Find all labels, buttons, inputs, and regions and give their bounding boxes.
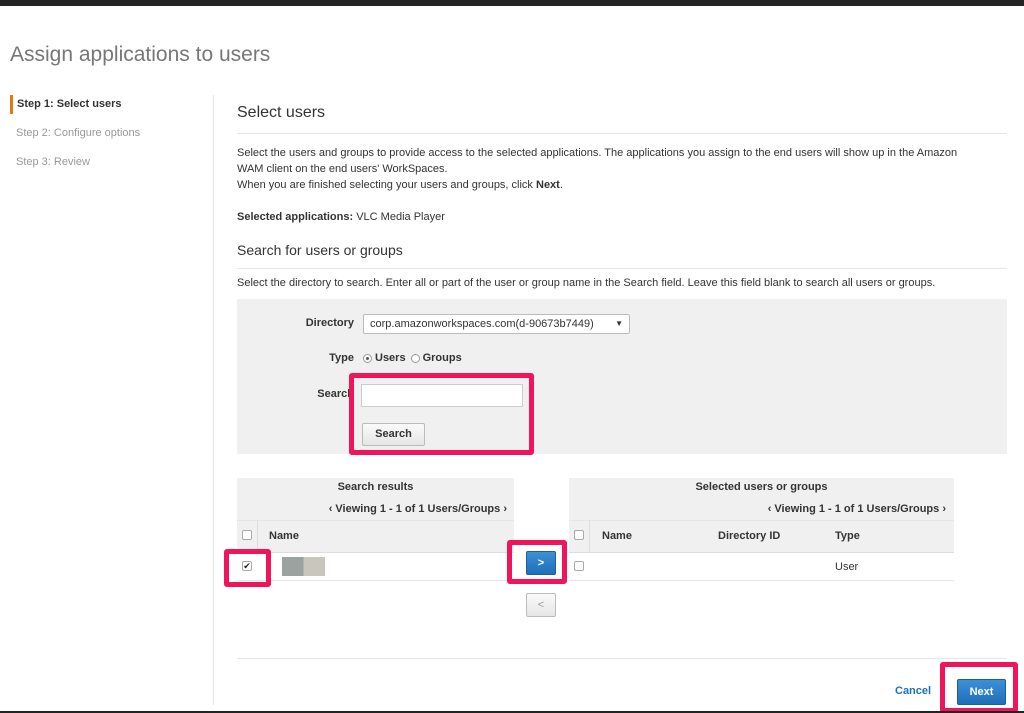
select-users-description: Select the users and groups to provide a… <box>237 147 958 191</box>
directory-select[interactable]: corp.amazonworkspaces.com(d-90673b7449) … <box>363 314 630 334</box>
selected-row-checkbox[interactable] <box>574 561 584 571</box>
sidebar-divider <box>213 95 214 705</box>
radio-users[interactable] <box>363 353 372 363</box>
radio-groups-label[interactable]: Groups <box>423 352 462 364</box>
checkbox-highlight <box>224 549 271 587</box>
selected-type-header[interactable]: Type <box>835 530 860 542</box>
footer-divider <box>237 658 1007 659</box>
selected-row-type: User <box>835 561 859 573</box>
selected-users-title: Selected users or groups <box>695 481 828 493</box>
next-button[interactable]: Next <box>957 679 1006 705</box>
search-description: Select the directory to search. Enter al… <box>237 277 936 289</box>
selected-users-pager[interactable]: ‹ Viewing 1 - 1 of 1 Users/Groups › <box>569 503 946 515</box>
selected-directory-header[interactable]: Directory ID <box>718 530 780 542</box>
selected-name-header[interactable]: Name <box>602 530 632 542</box>
radio-groups[interactable] <box>410 353 420 363</box>
table-row <box>237 580 514 581</box>
radio-users-label[interactable]: Users <box>375 352 406 364</box>
selected-applications: Selected applications: VLC Media Player <box>237 209 1007 225</box>
search-results-title: Search results <box>337 481 414 493</box>
type-label: Type <box>329 352 354 364</box>
divider <box>237 268 1007 269</box>
redacted-user-name <box>282 557 325 576</box>
search-label: Search <box>317 388 354 400</box>
selected-select-all-checkbox[interactable] <box>574 530 584 540</box>
directory-label: Directory <box>305 317 354 329</box>
page-title: Assign applications to users <box>10 43 271 66</box>
table-row <box>569 580 954 581</box>
search-results-pager[interactable]: ‹ Viewing 1 - 1 of 1 Users/Groups › <box>237 503 507 515</box>
step-select-users[interactable]: Step 1: Select users <box>10 95 210 114</box>
search-heading: Search for users or groups <box>237 242 403 258</box>
results-name-header[interactable]: Name <box>269 530 299 542</box>
results-select-all-checkbox[interactable] <box>242 530 252 540</box>
cancel-button[interactable]: Cancel <box>895 685 931 697</box>
search-highlight <box>349 373 534 455</box>
type-radio-group: Users Groups <box>363 352 462 364</box>
wizard-steps: Step 1: Select users Step 2: Configure o… <box>10 95 210 182</box>
step-configure-options[interactable]: Step 2: Configure options <box>10 124 210 153</box>
selected-applications-value: VLC Media Player <box>356 211 445 223</box>
add-button-highlight <box>507 540 567 584</box>
select-users-heading: Select users <box>237 104 326 121</box>
chevron-down-icon: ▼ <box>615 319 623 328</box>
step-review[interactable]: Step 3: Review <box>10 153 210 182</box>
divider <box>237 133 1007 134</box>
remove-from-selected-button[interactable]: < <box>526 593 556 617</box>
top-bar <box>0 0 1024 6</box>
selected-applications-label: Selected applications: <box>237 211 354 223</box>
